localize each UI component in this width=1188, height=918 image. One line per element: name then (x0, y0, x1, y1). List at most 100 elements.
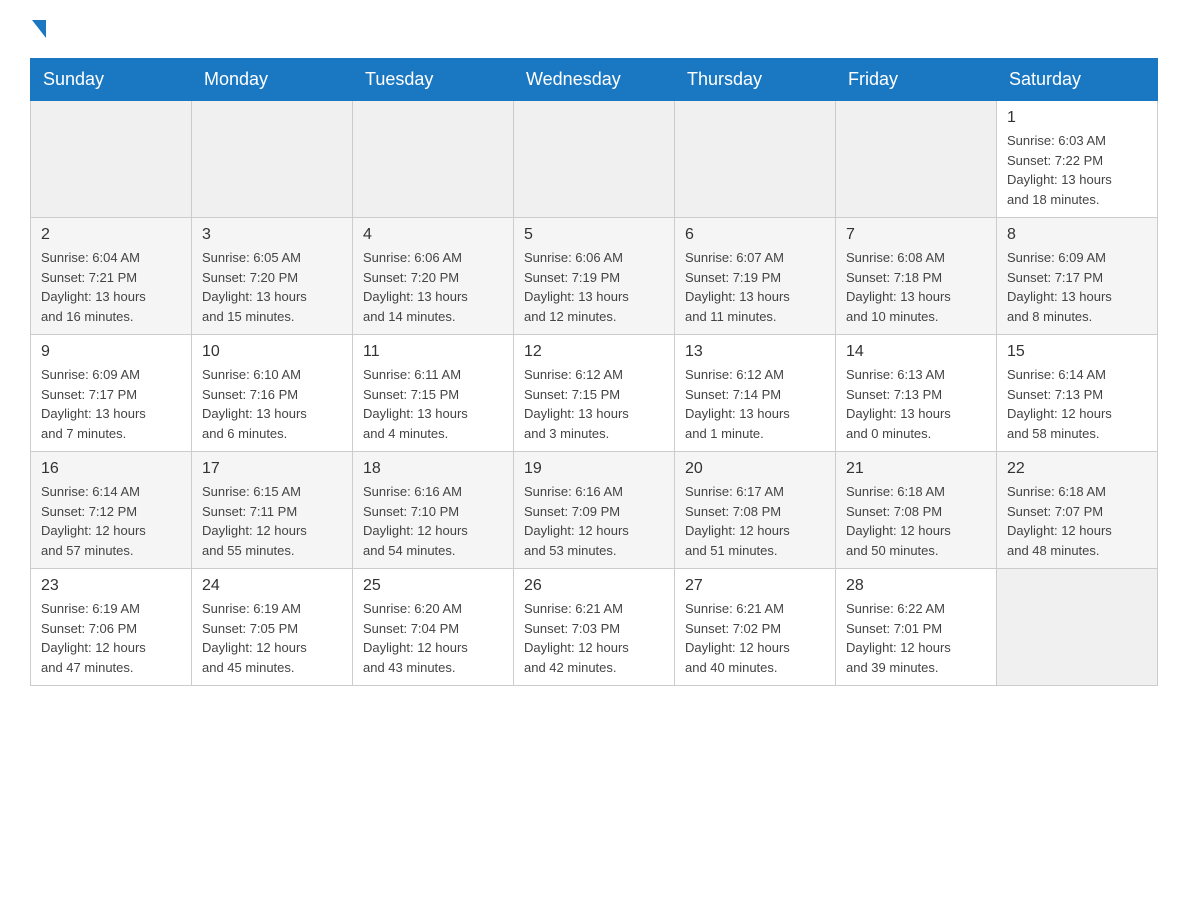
day-info: Sunrise: 6:16 AM Sunset: 7:10 PM Dayligh… (363, 482, 503, 560)
day-number: 21 (846, 460, 986, 478)
day-info: Sunrise: 6:07 AM Sunset: 7:19 PM Dayligh… (685, 248, 825, 326)
day-info: Sunrise: 6:14 AM Sunset: 7:13 PM Dayligh… (1007, 365, 1147, 443)
day-info: Sunrise: 6:15 AM Sunset: 7:11 PM Dayligh… (202, 482, 342, 560)
day-number: 6 (685, 226, 825, 244)
calendar-cell: 26 Sunrise: 6:21 AM Sunset: 7:03 PM Dayli… (514, 569, 675, 686)
day-info: Sunrise: 6:20 AM Sunset: 7:04 PM Dayligh… (363, 599, 503, 677)
calendar-cell (353, 101, 514, 218)
day-number: 28 (846, 577, 986, 595)
calendar-cell: 7 Sunrise: 6:08 AM Sunset: 7:18 PM Daylig… (836, 218, 997, 335)
day-info: Sunrise: 6:08 AM Sunset: 7:18 PM Dayligh… (846, 248, 986, 326)
weekday-header-friday: Friday (836, 59, 997, 101)
weekday-header-saturday: Saturday (997, 59, 1158, 101)
day-number: 19 (524, 460, 664, 478)
day-number: 2 (41, 226, 181, 244)
calendar-cell: 19 Sunrise: 6:16 AM Sunset: 7:09 PM Dayli… (514, 452, 675, 569)
day-number: 15 (1007, 343, 1147, 361)
day-number: 18 (363, 460, 503, 478)
day-number: 12 (524, 343, 664, 361)
weekday-header-wednesday: Wednesday (514, 59, 675, 101)
day-number: 25 (363, 577, 503, 595)
calendar-cell: 8 Sunrise: 6:09 AM Sunset: 7:17 PM Daylig… (997, 218, 1158, 335)
day-number: 13 (685, 343, 825, 361)
calendar-cell: 11 Sunrise: 6:11 AM Sunset: 7:15 PM Dayli… (353, 335, 514, 452)
calendar-week-row: 1Sunrise: 6:03 AM Sunset: 7:22 PM Daylig… (31, 101, 1158, 218)
calendar-week-row: 23 Sunrise: 6:19 AM Sunset: 7:06 PM Dayli… (31, 569, 1158, 686)
calendar-cell: 20 Sunrise: 6:17 AM Sunset: 7:08 PM Dayli… (675, 452, 836, 569)
day-number: 26 (524, 577, 664, 595)
calendar-cell (997, 569, 1158, 686)
calendar-cell: 22 Sunrise: 6:18 AM Sunset: 7:07 PM Dayli… (997, 452, 1158, 569)
day-info: Sunrise: 6:16 AM Sunset: 7:09 PM Dayligh… (524, 482, 664, 560)
day-number: 9 (41, 343, 181, 361)
day-number: 10 (202, 343, 342, 361)
day-info: Sunrise: 6:12 AM Sunset: 7:14 PM Dayligh… (685, 365, 825, 443)
day-number: 23 (41, 577, 181, 595)
page-header (30, 20, 1158, 38)
day-info: Sunrise: 6:06 AM Sunset: 7:19 PM Dayligh… (524, 248, 664, 326)
day-number: 22 (1007, 460, 1147, 478)
day-info: Sunrise: 6:12 AM Sunset: 7:15 PM Dayligh… (524, 365, 664, 443)
day-info: Sunrise: 6:09 AM Sunset: 7:17 PM Dayligh… (41, 365, 181, 443)
day-info: Sunrise: 6:11 AM Sunset: 7:15 PM Dayligh… (363, 365, 503, 443)
calendar-cell: 10 Sunrise: 6:10 AM Sunset: 7:16 PM Dayli… (192, 335, 353, 452)
day-info: Sunrise: 6:21 AM Sunset: 7:02 PM Dayligh… (685, 599, 825, 677)
day-number: 16 (41, 460, 181, 478)
day-info: Sunrise: 6:22 AM Sunset: 7:01 PM Dayligh… (846, 599, 986, 677)
day-info: Sunrise: 6:03 AM Sunset: 7:22 PM Dayligh… (1007, 131, 1147, 209)
day-number: 17 (202, 460, 342, 478)
calendar-week-row: 9 Sunrise: 6:09 AM Sunset: 7:17 PM Daylig… (31, 335, 1158, 452)
weekday-header-monday: Monday (192, 59, 353, 101)
day-info: Sunrise: 6:05 AM Sunset: 7:20 PM Dayligh… (202, 248, 342, 326)
day-info: Sunrise: 6:09 AM Sunset: 7:17 PM Dayligh… (1007, 248, 1147, 326)
calendar-cell: 27 Sunrise: 6:21 AM Sunset: 7:02 PM Dayli… (675, 569, 836, 686)
day-info: Sunrise: 6:04 AM Sunset: 7:21 PM Dayligh… (41, 248, 181, 326)
calendar-cell (31, 101, 192, 218)
calendar-cell: 12 Sunrise: 6:12 AM Sunset: 7:15 PM Dayli… (514, 335, 675, 452)
weekday-header-tuesday: Tuesday (353, 59, 514, 101)
day-number: 7 (846, 226, 986, 244)
calendar-cell: 13 Sunrise: 6:12 AM Sunset: 7:14 PM Dayli… (675, 335, 836, 452)
calendar-table: SundayMondayTuesdayWednesdayThursdayFrid… (30, 58, 1158, 686)
day-info: Sunrise: 6:21 AM Sunset: 7:03 PM Dayligh… (524, 599, 664, 677)
day-info: Sunrise: 6:19 AM Sunset: 7:05 PM Dayligh… (202, 599, 342, 677)
day-number: 4 (363, 226, 503, 244)
day-info: Sunrise: 6:18 AM Sunset: 7:08 PM Dayligh… (846, 482, 986, 560)
calendar-cell (836, 101, 997, 218)
calendar-week-row: 2 Sunrise: 6:04 AM Sunset: 7:21 PM Daylig… (31, 218, 1158, 335)
day-number: 24 (202, 577, 342, 595)
calendar-cell: 1Sunrise: 6:03 AM Sunset: 7:22 PM Daylig… (997, 101, 1158, 218)
day-number: 14 (846, 343, 986, 361)
calendar-cell: 17 Sunrise: 6:15 AM Sunset: 7:11 PM Dayli… (192, 452, 353, 569)
calendar-cell: 5Sunrise: 6:06 AM Sunset: 7:19 PM Daylig… (514, 218, 675, 335)
day-number: 27 (685, 577, 825, 595)
calendar-cell: 28 Sunrise: 6:22 AM Sunset: 7:01 PM Dayli… (836, 569, 997, 686)
calendar-cell: 23 Sunrise: 6:19 AM Sunset: 7:06 PM Dayli… (31, 569, 192, 686)
weekday-header-sunday: Sunday (31, 59, 192, 101)
weekday-header-row: SundayMondayTuesdayWednesdayThursdayFrid… (31, 59, 1158, 101)
calendar-cell: 24 Sunrise: 6:19 AM Sunset: 7:05 PM Dayli… (192, 569, 353, 686)
day-number: 20 (685, 460, 825, 478)
day-info: Sunrise: 6:17 AM Sunset: 7:08 PM Dayligh… (685, 482, 825, 560)
calendar-cell: 25 Sunrise: 6:20 AM Sunset: 7:04 PM Dayli… (353, 569, 514, 686)
calendar-week-row: 16 Sunrise: 6:14 AM Sunset: 7:12 PM Dayli… (31, 452, 1158, 569)
day-info: Sunrise: 6:13 AM Sunset: 7:13 PM Dayligh… (846, 365, 986, 443)
day-info: Sunrise: 6:06 AM Sunset: 7:20 PM Dayligh… (363, 248, 503, 326)
calendar-cell: 6 Sunrise: 6:07 AM Sunset: 7:19 PM Daylig… (675, 218, 836, 335)
calendar-cell: 14 Sunrise: 6:13 AM Sunset: 7:13 PM Dayli… (836, 335, 997, 452)
logo-arrow-icon (32, 20, 46, 38)
calendar-cell (192, 101, 353, 218)
calendar-cell: 15 Sunrise: 6:14 AM Sunset: 7:13 PM Dayli… (997, 335, 1158, 452)
calendar-cell (675, 101, 836, 218)
day-info: Sunrise: 6:19 AM Sunset: 7:06 PM Dayligh… (41, 599, 181, 677)
weekday-header-thursday: Thursday (675, 59, 836, 101)
day-number: 11 (363, 343, 503, 361)
day-number: 8 (1007, 226, 1147, 244)
day-info: Sunrise: 6:18 AM Sunset: 7:07 PM Dayligh… (1007, 482, 1147, 560)
calendar-cell: 2 Sunrise: 6:04 AM Sunset: 7:21 PM Daylig… (31, 218, 192, 335)
calendar-cell: 18 Sunrise: 6:16 AM Sunset: 7:10 PM Dayli… (353, 452, 514, 569)
logo (30, 20, 48, 38)
day-number: 3 (202, 226, 342, 244)
day-info: Sunrise: 6:10 AM Sunset: 7:16 PM Dayligh… (202, 365, 342, 443)
day-info: Sunrise: 6:14 AM Sunset: 7:12 PM Dayligh… (41, 482, 181, 560)
